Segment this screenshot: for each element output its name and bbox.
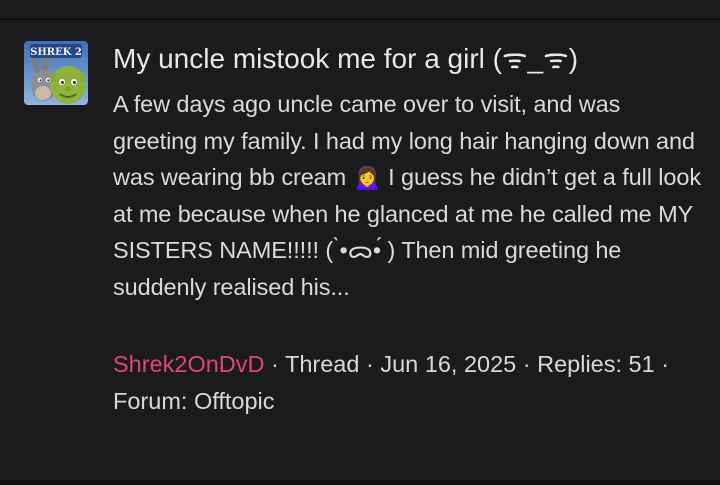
forum-prefix: Forum: bbox=[113, 387, 194, 414]
thread-title-link[interactable]: My uncle mistook me for a girl (ᯤ_ᯤ) bbox=[113, 40, 703, 78]
author-link[interactable]: Shrek2OnDvD bbox=[113, 351, 265, 377]
meta-separator: · bbox=[264, 351, 285, 377]
avatar[interactable]: SHREK 2 bbox=[24, 41, 88, 105]
meta-separator: · bbox=[654, 351, 670, 377]
post-date: Jun 16, 2025 bbox=[380, 351, 517, 377]
shrek-2-avatar-image: SHREK 2 bbox=[24, 41, 88, 105]
avatar-logo-text: SHREK 2 bbox=[30, 47, 82, 58]
thread-snippet: A few days ago uncle came over to visit,… bbox=[113, 91, 701, 300]
content-type-label: Thread bbox=[284, 351, 360, 377]
meta-separator: · bbox=[359, 351, 381, 377]
thread-meta: Shrek2OnDvD · Thread · Jun 16, 2025 · Re… bbox=[113, 346, 703, 419]
forum-link[interactable]: Offtopic bbox=[194, 388, 275, 414]
meta-separator: · bbox=[516, 351, 538, 377]
reply-count: Replies: 51 bbox=[537, 351, 655, 377]
bottom-divider bbox=[0, 480, 720, 485]
